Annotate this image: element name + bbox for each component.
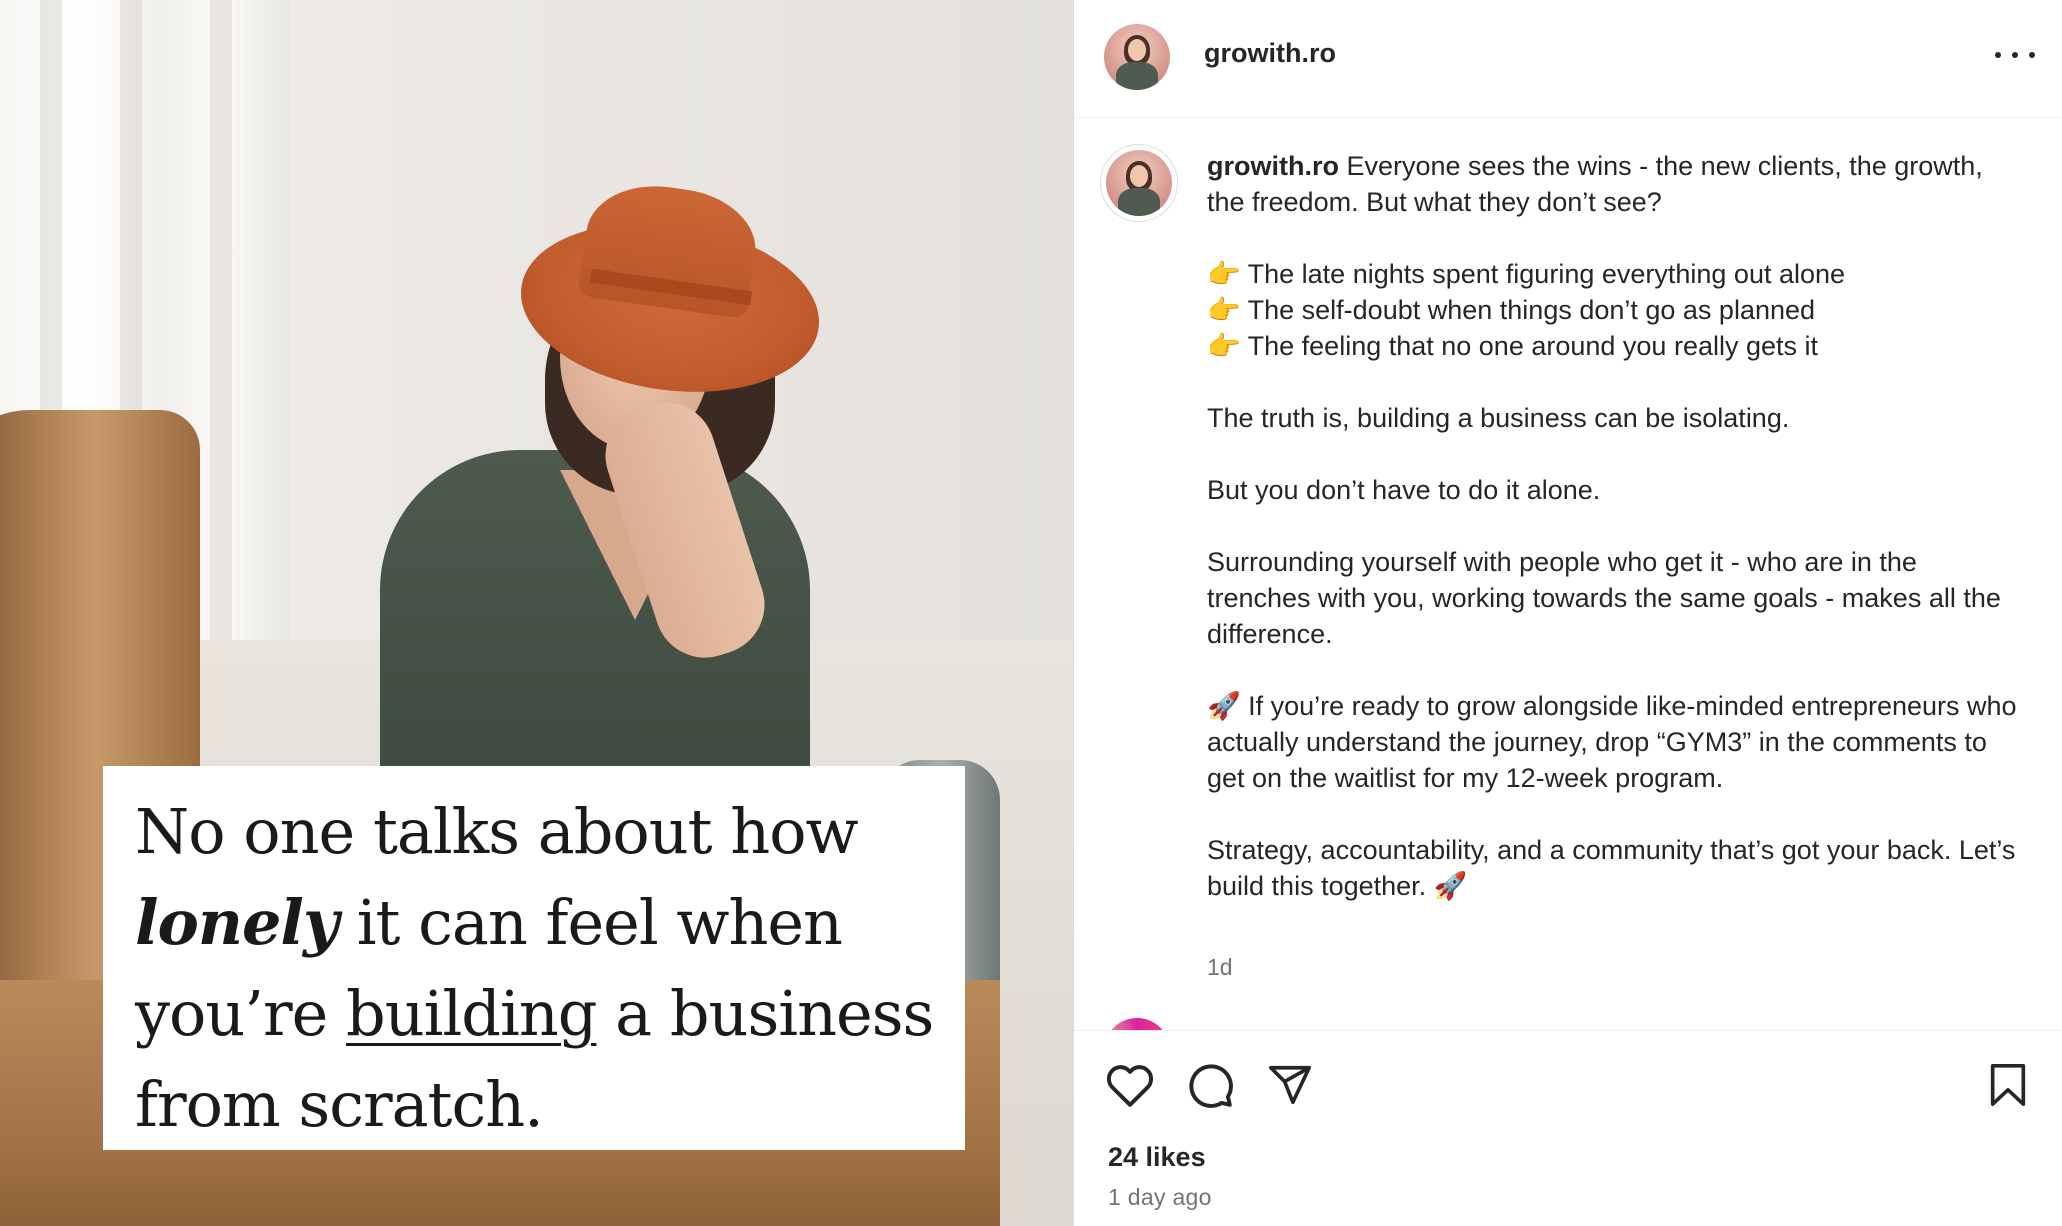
caption-bullet: 👉 The feeling that no one around you rea… [1207, 331, 1819, 361]
comment-icon[interactable] [1184, 1059, 1236, 1111]
action-bar: 24 likes 1 day ago [1074, 1030, 2062, 1226]
post-details-panel: growith.ro growith.ro Everyone sees the … [1073, 0, 2062, 1226]
caption: growith.ro Everyone sees the wins - the … [1207, 148, 2027, 904]
likes-count[interactable]: 24 likes [1108, 1142, 1206, 1173]
caption-bullet: 👉 The self-doubt when things don’t go as… [1207, 295, 1816, 325]
caption-scroll-area[interactable]: growith.ro Everyone sees the wins - the … [1074, 118, 2062, 1030]
quote-emphasis: lonely [135, 886, 339, 959]
avatar-face [1127, 38, 1147, 61]
share-icon[interactable] [1264, 1059, 1316, 1111]
quote-card: No one talks about how lonely it can fee… [103, 766, 965, 1150]
post-header: growith.ro [1074, 0, 2062, 118]
quote-line: lonely it can feel when [135, 877, 945, 968]
quote-line: No one talks about how [135, 795, 859, 868]
profile-username-link[interactable]: growith.ro [1204, 38, 1336, 69]
avatar-face [1129, 164, 1149, 187]
quote-fragment: you’re [135, 977, 347, 1050]
avatar[interactable] [1104, 24, 1170, 90]
more-dot [2012, 52, 2018, 58]
caption-username-link[interactable]: growith.ro [1207, 151, 1339, 181]
quote-line: you’re building a business [135, 968, 945, 1059]
quote-line: from scratch. [135, 1068, 544, 1141]
caption-age[interactable]: 1d [1207, 954, 1233, 981]
more-dot [2029, 52, 2035, 58]
quote-fragment: it can feel when [338, 886, 843, 959]
quote-fragment: a business [596, 977, 934, 1050]
post-timestamp: 1 day ago [1108, 1184, 1212, 1210]
caption-paragraph: But you don’t have to do it alone. [1207, 475, 1601, 505]
quote-underlined: building [346, 977, 597, 1050]
caption-paragraph: Strategy, accountability, and a communit… [1207, 835, 2023, 901]
bookmark-icon[interactable] [1982, 1059, 2034, 1111]
post-image[interactable]: No one talks about how lonely it can fee… [0, 0, 1073, 1226]
caption-avatar[interactable] [1106, 150, 1172, 216]
caption-paragraph: 🚀 If you’re ready to grow alongside like… [1207, 691, 2025, 793]
caption-bullet: 👉 The late nights spent figuring everyth… [1207, 259, 1846, 289]
caption-paragraph: The truth is, building a business can be… [1207, 403, 1790, 433]
avatar-body [1115, 62, 1159, 90]
more-options-icon[interactable] [1995, 40, 2035, 70]
more-dot [1995, 52, 2001, 58]
avatar-body [1117, 188, 1161, 216]
quote-text: No one talks about how lonely it can fee… [135, 786, 945, 1150]
comment-avatar[interactable] [1104, 1018, 1170, 1030]
caption-paragraph: Surrounding yourself with people who get… [1207, 547, 2009, 649]
caption-intro: growith.ro Everyone sees the wins - the … [1207, 148, 2027, 220]
heart-icon[interactable] [1104, 1059, 1156, 1111]
